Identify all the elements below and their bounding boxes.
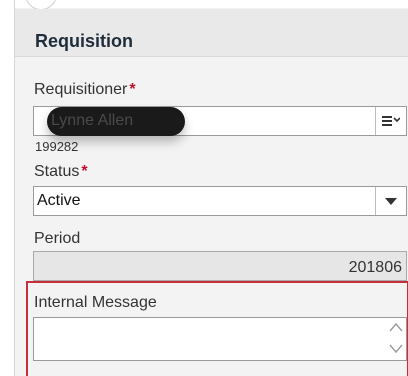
requisitioner-lookup-button[interactable] <box>375 107 406 135</box>
list-dropdown-icon <box>382 116 400 126</box>
requisition-panel: Requisition Requisitioner * Lynne Allen 1… <box>14 0 408 376</box>
period-value: 201806 <box>348 259 402 276</box>
period-label: Period <box>34 230 81 247</box>
chevron-down-icon[interactable] <box>389 344 403 354</box>
top-strip <box>15 0 408 10</box>
required-marker: * <box>81 163 88 180</box>
redacted-name: Lynne Allen <box>47 107 185 136</box>
requisitioner-label-text: Requisitioner <box>34 81 128 98</box>
status-select[interactable]: Active <box>33 186 407 216</box>
status-dropdown-button[interactable] <box>375 187 406 215</box>
period-field: 201806 <box>33 251 407 281</box>
requisitioner-label: Requisitioner * <box>34 81 136 99</box>
status-value: Active <box>37 192 81 209</box>
requisitioner-value: Lynne Allen <box>51 112 134 129</box>
required-marker: * <box>129 81 136 98</box>
caret-down-icon <box>385 197 397 205</box>
status-label: Status * <box>34 163 88 181</box>
internal-message-label: Internal Message <box>34 294 157 311</box>
section-title: Requisition <box>35 31 133 51</box>
internal-message-textarea[interactable] <box>33 317 407 361</box>
status-label-text: Status <box>34 163 80 180</box>
section-header: Requisition <box>15 9 408 57</box>
requisitioner-id: 199282 <box>35 139 79 154</box>
chevron-up-icon[interactable] <box>389 322 403 332</box>
